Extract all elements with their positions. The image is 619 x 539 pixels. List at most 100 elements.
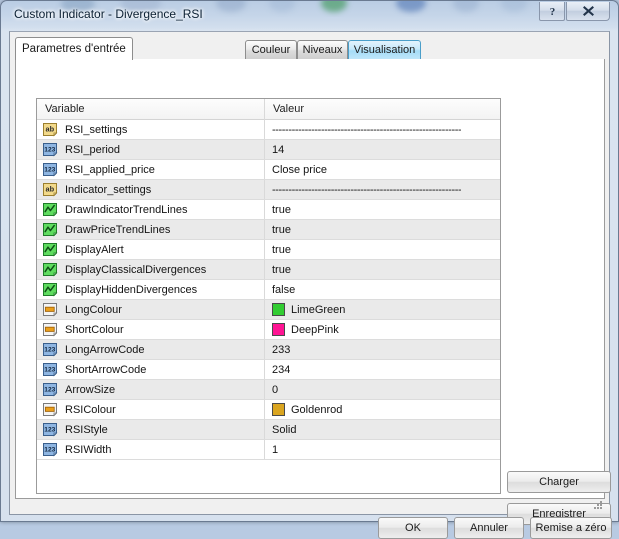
cell-value[interactable]: Close price (265, 160, 500, 179)
dialog-client-area: A propos Général Parametres d'entrée Cou… (9, 31, 610, 515)
cell-variable: DrawIndicatorTrendLines (37, 200, 264, 219)
variable-name-label: DrawIndicatorTrendLines (65, 204, 187, 216)
table-row[interactable]: 123RSIWidth1 (37, 440, 500, 460)
header-column-divider (264, 99, 265, 120)
cell-value[interactable]: ----------------------------------------… (265, 180, 500, 199)
table-row[interactable]: 123 RSIStyle Solid (37, 420, 500, 440)
table-row[interactable]: DisplayClassicalDivergencestrue (37, 260, 500, 280)
cell-variable: DrawPriceTrendLines (37, 220, 264, 239)
tab-strip: A propos Général Parametres d'entrée Cou… (15, 37, 605, 59)
variable-name-label: RSI_settings (65, 124, 127, 136)
colour-param-icon (43, 403, 59, 417)
tab-couleur[interactable]: Couleur (245, 40, 297, 59)
cell-value[interactable]: 14 (265, 140, 500, 159)
cell-variable: 123 LongArrowCode (37, 340, 264, 359)
cell-variable: 123 ArrowSize (37, 380, 264, 399)
svg-text:123: 123 (44, 166, 55, 173)
numeric-param-icon: 123 (43, 143, 59, 157)
cell-value[interactable]: 1 (265, 440, 500, 459)
table-row[interactable]: abIndicator_settings--------------------… (37, 180, 500, 200)
variable-name-label: RSI_applied_price (65, 164, 155, 176)
cell-value[interactable]: 234 (265, 360, 500, 379)
boolean-param-icon (43, 223, 59, 237)
cell-value[interactable]: 0 (265, 380, 500, 399)
numeric-param-icon: 123 (43, 343, 59, 357)
cell-value[interactable]: false (265, 280, 500, 299)
table-row[interactable]: 123 ArrowSize 0 (37, 380, 500, 400)
tab-visualisation[interactable]: Visualisation (348, 40, 421, 59)
table-row[interactable]: 123 RSI_applied_price Close price (37, 160, 500, 180)
cell-value[interactable]: true (265, 260, 500, 279)
cell-value[interactable]: true (265, 240, 500, 259)
cell-value[interactable]: true (265, 200, 500, 219)
table-row[interactable]: DisplayAlert true (37, 240, 500, 260)
cell-variable: DisplayAlert (37, 240, 264, 259)
svg-text:123: 123 (44, 426, 55, 433)
colour-swatch (272, 323, 285, 336)
value-label: true (272, 244, 291, 256)
value-label: 14 (272, 144, 284, 156)
cell-value[interactable]: Solid (265, 420, 500, 439)
ok-button[interactable]: OK (378, 517, 448, 539)
cell-value[interactable]: LimeGreen (265, 300, 500, 319)
cell-value[interactable]: true (265, 220, 500, 239)
tab-parametres-d-entree[interactable]: Parametres d'entrée (15, 37, 133, 60)
variable-name-label: RSIStyle (65, 424, 108, 436)
tab-niveaux[interactable]: Niveaux (297, 40, 348, 59)
boolean-param-icon (43, 283, 59, 297)
cell-value[interactable]: 233 (265, 340, 500, 359)
close-button[interactable] (566, 2, 610, 21)
svg-text:ab: ab (45, 184, 54, 193)
cell-value[interactable]: Goldenrod (265, 400, 500, 419)
svg-text:ab: ab (45, 124, 54, 133)
tab-label: Visualisation (354, 44, 416, 56)
table-row[interactable]: LongColour LimeGreen (37, 300, 500, 320)
table-row[interactable]: 123 ShortArrowCode 234 (37, 360, 500, 380)
resize-grip-icon[interactable] (592, 499, 604, 511)
cancel-button[interactable]: Annuler (454, 517, 524, 539)
variable-name-label: DisplayHiddenDivergences (65, 284, 197, 296)
svg-text:123: 123 (44, 146, 55, 153)
cell-variable: DisplayClassicalDivergences (37, 260, 264, 279)
charger-button-label: Charger (539, 476, 579, 488)
variable-name-label: ArrowSize (65, 384, 115, 396)
variable-name-label: LongArrowCode (65, 344, 145, 356)
table-row[interactable]: RSIColour Goldenrod (37, 400, 500, 420)
variable-name-label: ShortArrowCode (65, 364, 146, 376)
string-param-icon: ab (43, 183, 59, 197)
svg-text:123: 123 (44, 386, 55, 393)
svg-text:123: 123 (44, 366, 55, 373)
boolean-param-icon (43, 203, 59, 217)
table-header-row: Variable Valeur (37, 99, 500, 120)
cell-variable: LongColour (37, 300, 264, 319)
variable-name-label: LongColour (65, 304, 122, 316)
parameters-table[interactable]: Variable Valeur ab RSI_settings ----------… (36, 98, 501, 494)
value-label: Solid (272, 424, 296, 436)
cell-variable: ShortColour (37, 320, 264, 339)
settings-panel: Variable Valeur ab RSI_settings ----------… (15, 59, 605, 499)
cell-value[interactable]: DeepPink (265, 320, 500, 339)
cancel-button-label: Annuler (470, 522, 508, 534)
table-row[interactable]: 123RSI_period14 (37, 140, 500, 160)
help-button[interactable]: ? (539, 2, 565, 21)
table-row[interactable]: ab RSI_settings --------------------------… (37, 120, 500, 140)
variable-name-label: RSIColour (65, 404, 116, 416)
cell-value[interactable]: ----------------------------------------… (265, 120, 500, 139)
table-row[interactable]: DisplayHiddenDivergences false (37, 280, 500, 300)
numeric-param-icon: 123 (43, 383, 59, 397)
cell-variable: abIndicator_settings (37, 180, 264, 199)
cell-variable: ab RSI_settings (37, 120, 264, 139)
column-header-valeur: Valeur (273, 103, 304, 115)
window-titlebar[interactable]: Custom Indicator - Divergence_RSI ? (1, 1, 618, 31)
table-row[interactable]: 123 LongArrowCode 233 (37, 340, 500, 360)
table-row[interactable]: ShortColour DeepPink (37, 320, 500, 340)
variable-name-label: DisplayAlert (65, 244, 124, 256)
table-row[interactable]: DrawPriceTrendLinestrue (37, 220, 500, 240)
table-row[interactable]: DrawIndicatorTrendLines true (37, 200, 500, 220)
charger-button[interactable]: Charger (507, 471, 611, 493)
boolean-param-icon (43, 263, 59, 277)
value-label: DeepPink (291, 324, 339, 336)
cell-variable: 123 RSIStyle (37, 420, 264, 439)
value-label: 0 (272, 384, 278, 396)
reset-button[interactable]: Remise a zéro (530, 517, 612, 539)
